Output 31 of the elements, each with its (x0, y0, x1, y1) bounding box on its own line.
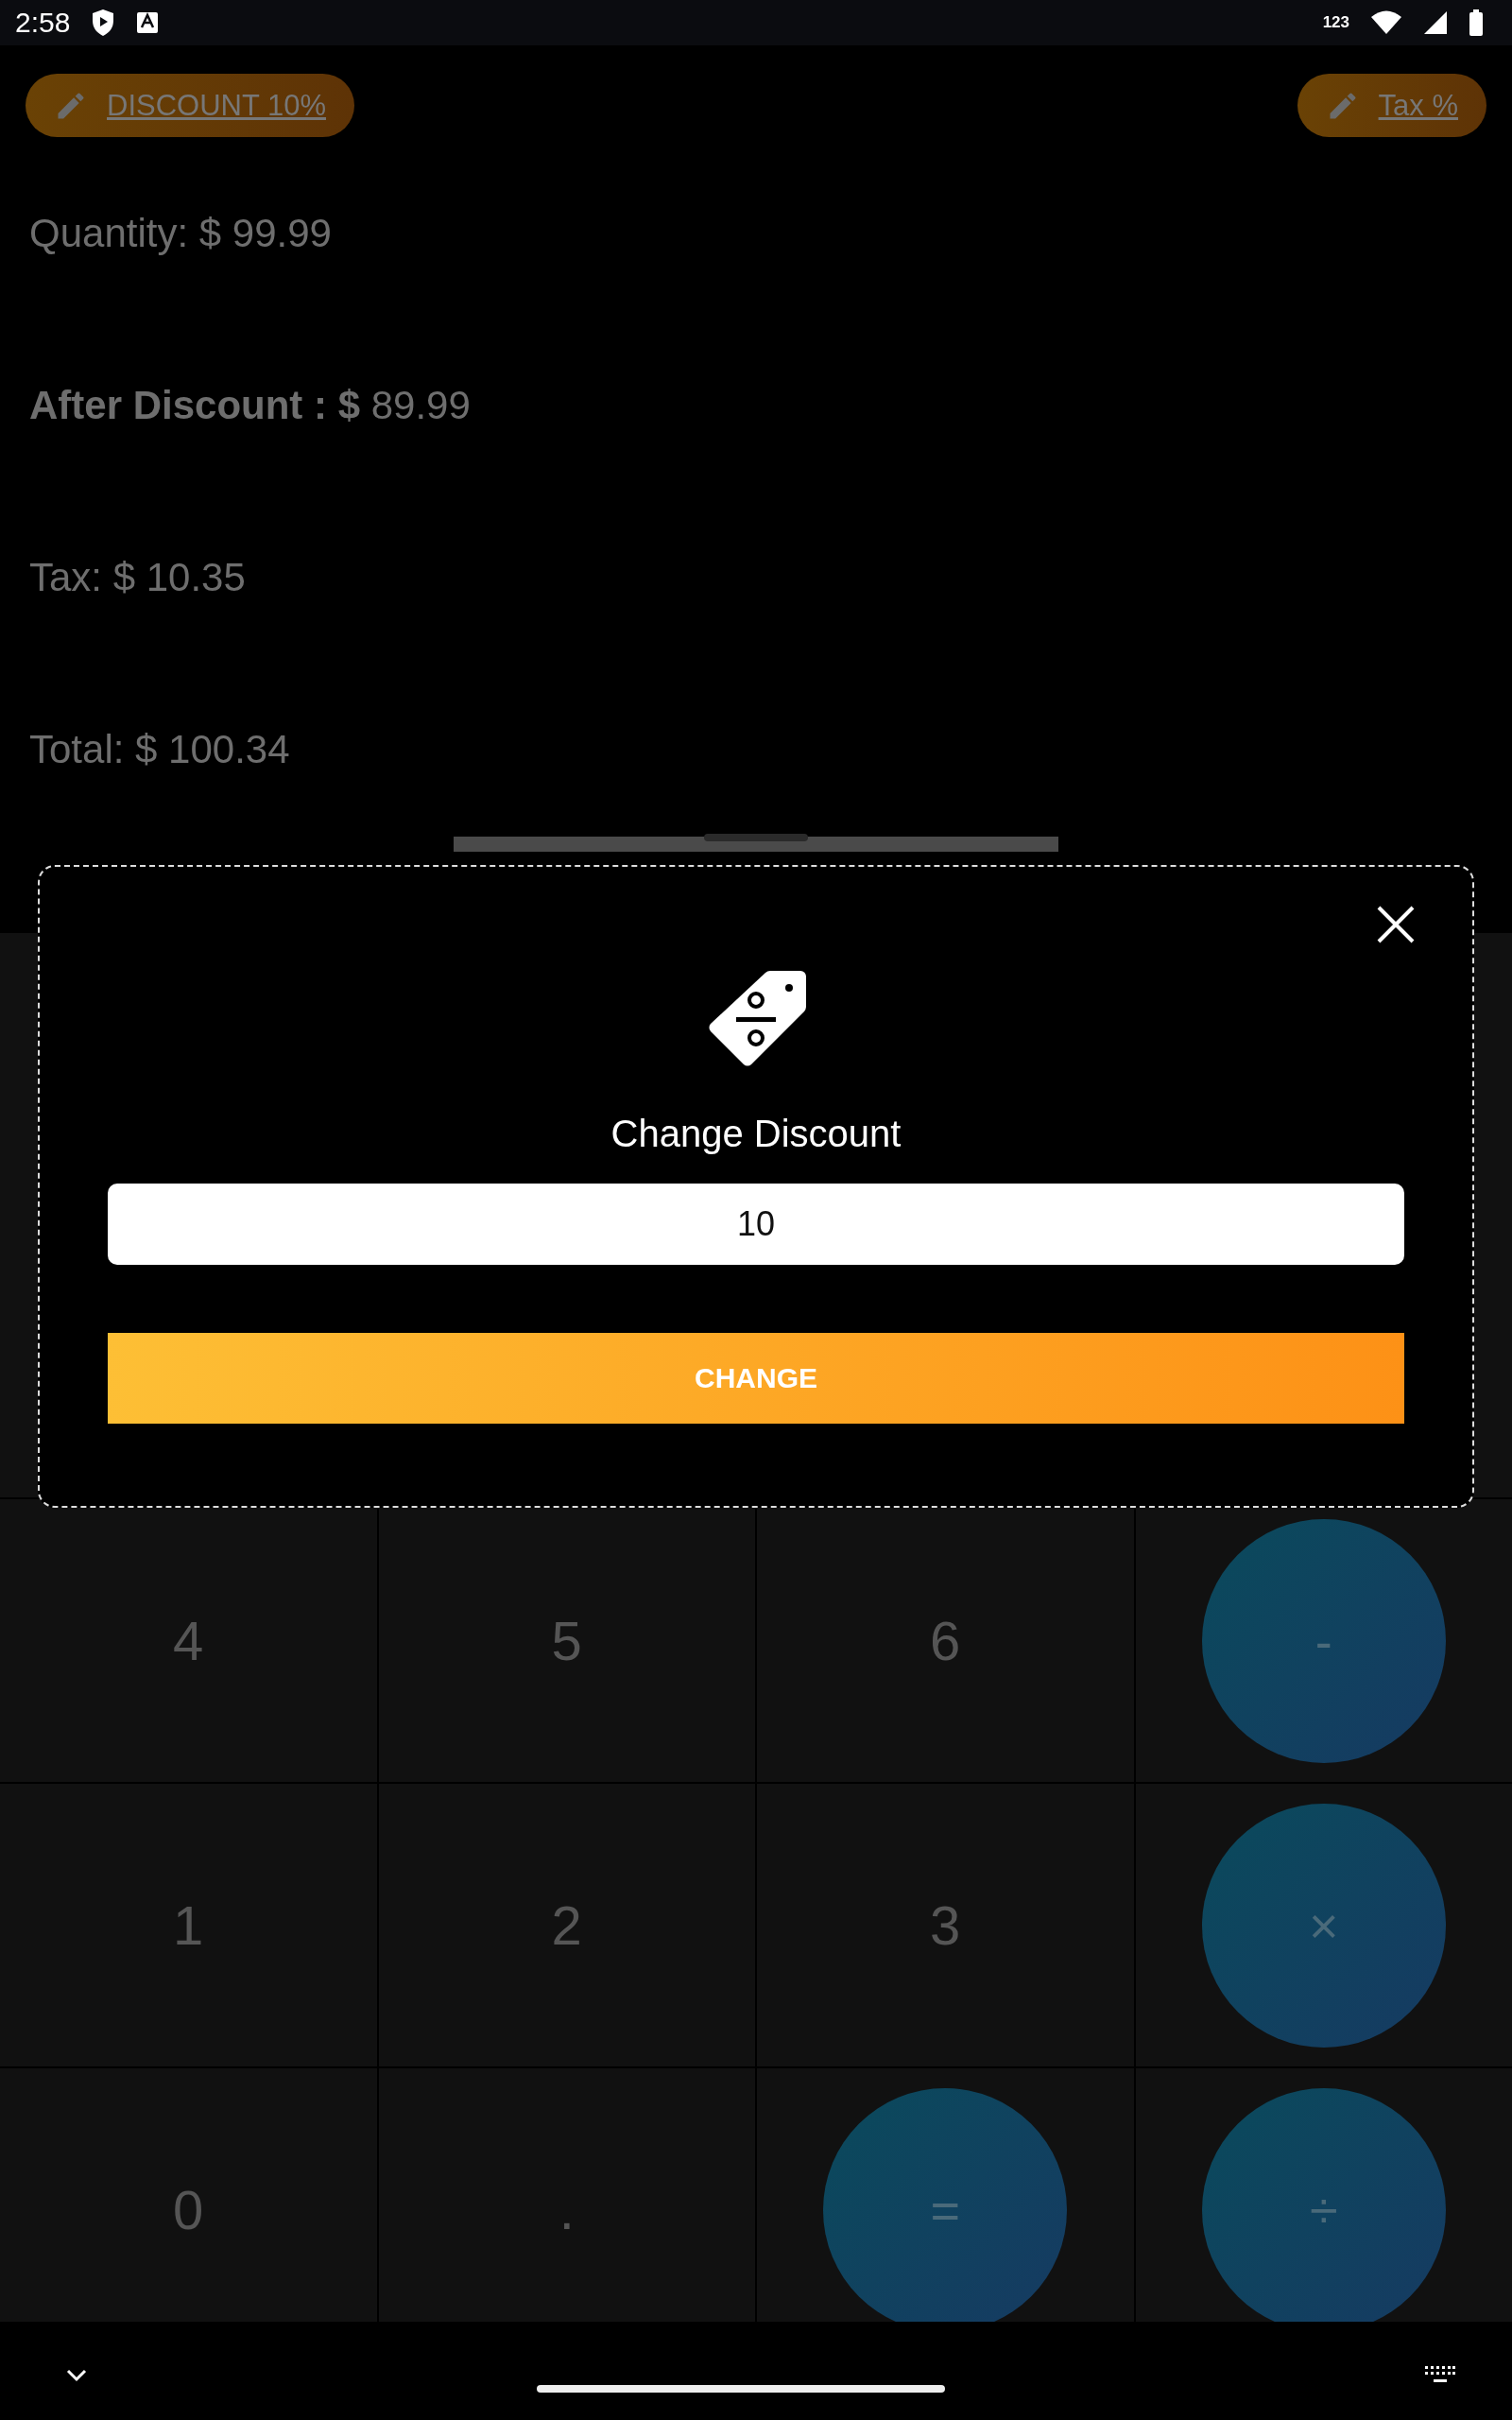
keypad-key[interactable]: 1 (167, 1893, 210, 1958)
chevron-down-icon (66, 2368, 87, 2382)
keypad-key[interactable]: 2 (545, 1893, 588, 1958)
close-icon[interactable] (1376, 905, 1416, 944)
edit-button[interactable]: Tax % (1297, 74, 1486, 137)
operator-key[interactable]: ÷ (1201, 2087, 1446, 2322)
network-label: 123 (1322, 13, 1349, 32)
operator-key[interactable]: - (1201, 1518, 1446, 1763)
battery-icon (1469, 9, 1484, 36)
operator-key[interactable]: = (823, 2087, 1068, 2322)
keypad-key[interactable]: . (553, 2177, 580, 2242)
status-time: 2:58 (15, 7, 71, 39)
keypad-key[interactable]: 5 (545, 1608, 588, 1673)
operator-key[interactable]: × (1201, 1803, 1446, 2048)
signal-icon (1423, 10, 1448, 35)
discount-field[interactable]: 10 (108, 1184, 1404, 1265)
summary-line: Total: $ 100.34 (29, 726, 290, 773)
edit-button[interactable]: DISCOUNT 10% (26, 74, 354, 137)
shield-icon (91, 9, 116, 37)
change-button[interactable]: CHANGE (108, 1333, 1404, 1424)
dialog-title: Change Discount (610, 1113, 902, 1155)
keyboard-icon (1425, 2365, 1455, 2385)
summary-line: Tax: $ 10.35 (29, 554, 246, 601)
keypad-key[interactable]: 0 (167, 2177, 210, 2242)
summary-line: After Discount : $ 89.99 (29, 382, 471, 429)
keypad-key[interactable]: 3 (924, 1893, 967, 1958)
text-icon (136, 11, 160, 34)
keypad-key[interactable]: 4 (167, 1608, 210, 1673)
wifi-icon (1370, 10, 1402, 35)
summary-line: Quantity: $ 99.99 (29, 210, 332, 257)
keypad-key[interactable]: 6 (924, 1608, 967, 1673)
